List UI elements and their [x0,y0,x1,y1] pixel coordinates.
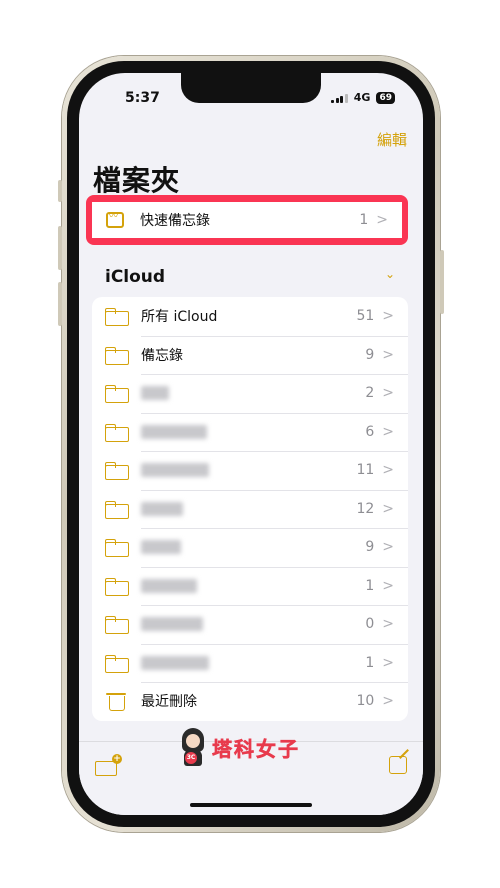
chevron-right-icon: > [382,385,394,402]
edit-button[interactable]: 編輯 [377,129,407,150]
chevron-right-icon: > [382,616,394,633]
folder-count: 6 [365,423,375,440]
notch [181,73,321,103]
folder-count: 2 [365,385,375,402]
chevron-right-icon: > [382,423,394,440]
screen: 5:37 4G 69 編輯 檔案夾 快速備忘錄 1 > iCloud ⌄ 所有 … [79,73,423,815]
silent-switch [58,180,62,202]
folder-icon [105,654,129,673]
recently-deleted-row[interactable]: 最近刪除 10 > [92,682,408,721]
volume-up-button [58,226,62,270]
chevron-right-icon: > [382,346,394,363]
section-header-icloud: iCloud [105,267,166,287]
chevron-right-icon: > [382,654,394,671]
recently-deleted-label: 最近刪除 [141,694,197,711]
chevron-right-icon: > [382,539,394,556]
folder-count: 11 [356,462,375,479]
folder-row[interactable]: 備忘錄 9 > [92,335,408,375]
folder-icon [105,577,129,596]
status-indicators: 4G 69 [331,91,395,104]
folder-row[interactable]: 9 > [92,528,408,567]
folder-row[interactable]: 0 > [92,605,408,644]
quick-note-icon [106,209,124,228]
chevron-right-icon: > [376,212,388,228]
chevron-right-icon: > [382,462,394,479]
power-button [440,250,444,314]
watermark-badge: 3C [185,752,197,764]
folder-label: 所有 iCloud [141,309,218,326]
chevron-right-icon: > [382,308,394,325]
folder-row[interactable]: 12 > [92,489,408,529]
chevron-right-icon: > [382,577,394,594]
chevron-right-icon: > [382,500,394,517]
trash-icon [106,692,126,712]
folder-icon [105,500,129,519]
new-folder-icon[interactable]: + [95,754,122,776]
folder-icon [105,308,129,327]
quick-notes-label: 快速備忘錄 [140,213,210,229]
folder-row[interactable]: 1 > [92,566,408,606]
folder-row[interactable]: 1 > [92,643,408,683]
quick-notes-folder[interactable]: 快速備忘錄 1 > [92,202,402,238]
folder-row[interactable]: 所有 iCloud 51 > [92,297,408,336]
blurred-folder-label [141,617,203,632]
folder-count: 1 [365,577,375,594]
battery-icon: 69 [376,91,395,104]
network-type: 4G [353,91,371,104]
blurred-folder-label [141,655,209,670]
folder-icon [105,346,129,365]
folder-count: 12 [356,500,375,517]
folder-icon [105,616,129,635]
watermark-logo: 3C 塔科女子 [180,728,300,766]
folder-icon [105,423,129,442]
compose-icon[interactable] [389,756,407,774]
avatar: 3C [180,728,206,766]
folder-count: 9 [365,346,375,363]
recently-deleted-count: 10 [356,693,375,710]
folder-label: 備忘錄 [141,347,183,364]
folder-icon [105,462,129,481]
folder-count: 1 [365,654,375,671]
blurred-folder-label [141,424,207,439]
home-indicator [190,803,312,807]
chevron-down-icon[interactable]: ⌄ [385,267,395,281]
folder-list: 所有 iCloud 51 > 備忘錄 9 > 2 > 6 > 11 > 12 >… [92,297,408,721]
volume-down-button [58,282,62,326]
folder-count: 0 [365,616,375,633]
folder-count: 51 [356,308,375,325]
quick-notes-count: 1 [359,212,369,228]
blurred-folder-label [141,501,183,516]
status-time: 5:37 [125,90,160,106]
folder-row[interactable]: 2 > [92,374,408,413]
folder-row[interactable]: 11 > [92,451,408,490]
blurred-folder-label [141,463,209,478]
watermark-text: 塔科女子 [212,736,300,761]
blurred-folder-label [141,578,197,593]
blurred-folder-label [141,540,181,555]
folder-icon [105,385,129,404]
page-title: 檔案夾 [93,164,181,197]
folder-row[interactable]: 6 > [92,412,408,452]
chevron-right-icon: > [382,693,394,710]
folder-count: 9 [365,539,375,556]
signal-icon [331,93,348,103]
folder-icon [105,539,129,558]
blurred-folder-label [141,386,169,401]
